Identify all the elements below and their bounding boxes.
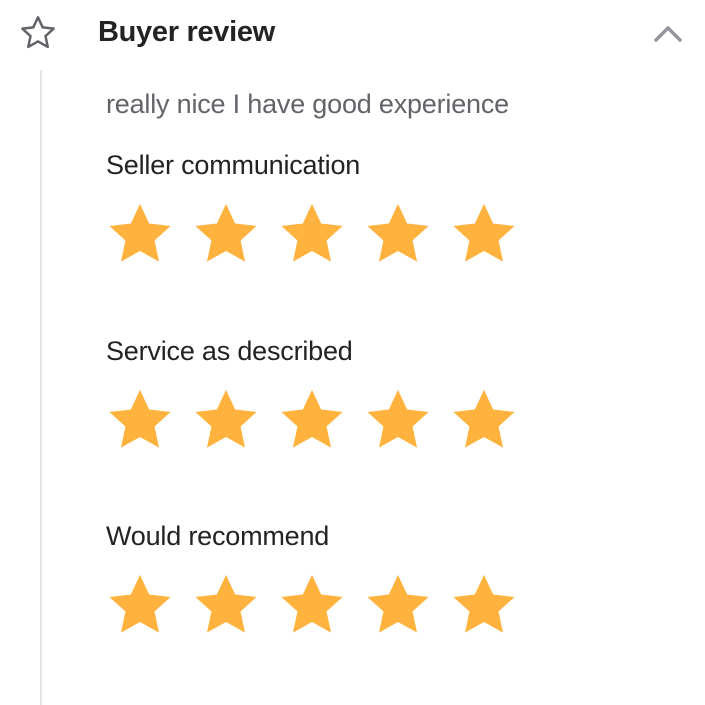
- star-icon: [453, 389, 515, 448]
- star-outline-icon: [21, 16, 55, 49]
- star-icon: [109, 574, 171, 633]
- star-icon: [195, 389, 257, 448]
- star-icon: [195, 574, 257, 633]
- rating-stars-would-recommend: [104, 569, 534, 639]
- star-icon: [281, 389, 343, 448]
- rating-stars-service-as-described: [104, 384, 534, 454]
- rating-label-would-recommend: Would recommend: [106, 521, 330, 551]
- rating-stars-seller-communication: [104, 198, 534, 268]
- chevron-up-icon[interactable]: [650, 18, 686, 48]
- star-icon: [195, 203, 257, 262]
- star-icon: [367, 389, 429, 448]
- star-icon: [109, 389, 171, 448]
- review-comment: really nice I have good experience: [106, 89, 509, 119]
- rating-label-seller-communication: Seller communication: [106, 150, 361, 180]
- star-icon: [281, 574, 343, 633]
- star-icon: [367, 574, 429, 633]
- review-title: Buyer review: [98, 16, 275, 48]
- star-icon: [453, 203, 515, 262]
- review-header[interactable]: Buyer review: [0, 0, 705, 64]
- rating-label-service-as-described: Service as described: [106, 336, 353, 366]
- timeline-rail: [40, 70, 42, 705]
- star-icon: [453, 574, 515, 633]
- star-icon: [281, 203, 343, 262]
- star-icon: [109, 203, 171, 262]
- star-icon: [367, 203, 429, 262]
